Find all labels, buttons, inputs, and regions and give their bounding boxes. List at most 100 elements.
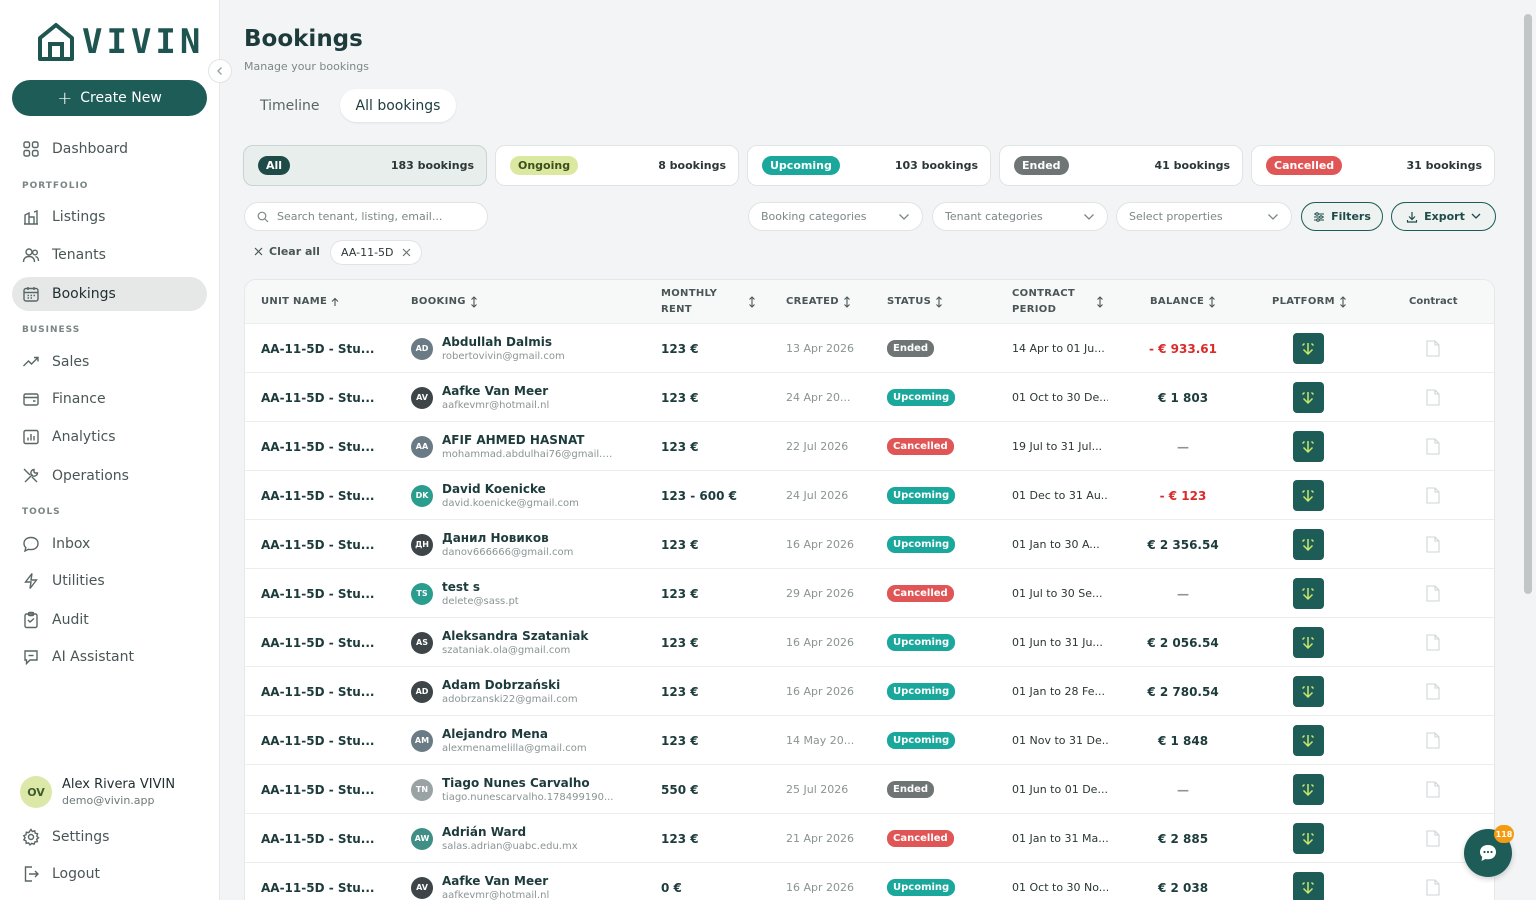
table-row[interactable]: AA-11-5D - Stu... TN Tiago Nunes Carvalh… bbox=[245, 765, 1494, 814]
search-input[interactable] bbox=[277, 210, 467, 223]
booking-cell[interactable]: AV Aafke Van Meer aafkevmr@hotmail.nl bbox=[411, 373, 626, 422]
table-row[interactable]: AA-11-5D - Stu... AM Alejandro Mena alex… bbox=[245, 716, 1494, 765]
status-card-cancelled[interactable]: Cancelled 31 bookings bbox=[1251, 145, 1495, 186]
sidebar-item-finance[interactable]: Finance bbox=[12, 382, 207, 416]
sidebar-item-analytics[interactable]: Analytics bbox=[12, 420, 207, 454]
unit-name[interactable]: AA-11-5D - Stu... bbox=[261, 667, 381, 716]
sidebar-item-listings[interactable]: Listings bbox=[12, 200, 207, 234]
filters-button[interactable]: Filters bbox=[1301, 202, 1383, 231]
table-row[interactable]: AA-11-5D - Stu... AV Aafke Van Meer aafk… bbox=[245, 373, 1494, 422]
booking-cell[interactable]: AA AFIF AHMED HASNAT mohammad.abdulhai76… bbox=[411, 422, 626, 471]
contract-cell[interactable] bbox=[1423, 814, 1443, 863]
contract-cell[interactable] bbox=[1423, 667, 1443, 716]
platform-download-button[interactable] bbox=[1292, 725, 1324, 756]
contract-cell[interactable] bbox=[1423, 569, 1443, 618]
table-row[interactable]: AA-11-5D - Stu... AV Aafke Van Meer aafk… bbox=[245, 863, 1494, 900]
sidebar-item-operations[interactable]: Operations bbox=[12, 459, 207, 493]
sidebar-item-utilities[interactable]: Utilities bbox=[12, 564, 207, 598]
unit-name[interactable]: AA-11-5D - Stu... bbox=[261, 716, 381, 765]
status-card-all[interactable]: All 183 bookings bbox=[243, 145, 487, 186]
table-row[interactable]: AA-11-5D - Stu... AA AFIF AHMED HASNAT m… bbox=[245, 422, 1494, 471]
tab-all-bookings[interactable]: All bookings bbox=[339, 89, 457, 122]
sidebar-item-audit[interactable]: Audit bbox=[12, 603, 207, 637]
unit-name[interactable]: AA-11-5D - Stu... bbox=[261, 373, 381, 422]
booking-cell[interactable]: AD Adam Dobrzański adobrzanski22@gmail.c… bbox=[411, 667, 626, 716]
sidebar-item-ai-assistant[interactable]: AI Assistant bbox=[12, 640, 207, 674]
sidebar-item-inbox[interactable]: Inbox bbox=[12, 527, 207, 561]
scrollbar[interactable] bbox=[1524, 14, 1532, 594]
close-icon[interactable] bbox=[402, 248, 411, 257]
contract-cell[interactable] bbox=[1423, 863, 1443, 900]
booking-cell[interactable]: AM Alejandro Mena alexmenamelilla@gmail.… bbox=[411, 716, 626, 765]
platform-download-button[interactable] bbox=[1292, 480, 1324, 511]
booking-cell[interactable]: AD Abdullah Dalmis robertovivin@gmail.co… bbox=[411, 324, 626, 373]
platform-download-button[interactable] bbox=[1292, 774, 1324, 805]
booking-cell[interactable]: DK David Koenicke david.koenicke@gmail.c… bbox=[411, 471, 626, 520]
create-new-button[interactable]: + Create New bbox=[12, 80, 207, 116]
booking-cell[interactable]: AW Adrián Ward salas.adrian@uabc.edu.mx bbox=[411, 814, 626, 863]
unit-name[interactable]: AA-11-5D - Stu... bbox=[261, 471, 381, 520]
user-profile[interactable]: OV Alex Rivera VIVIN demo@vivin.app bbox=[20, 776, 175, 808]
column-platform[interactable]: PLATFORM bbox=[1272, 294, 1347, 310]
export-button[interactable]: Export bbox=[1391, 202, 1496, 231]
booking-cell[interactable]: AV Aafke Van Meer aafkevmr@hotmail.nl bbox=[411, 863, 626, 900]
booking-cell[interactable]: TN Tiago Nunes Carvalho tiago.nunescarva… bbox=[411, 765, 626, 814]
clear-all-button[interactable]: Clear all bbox=[254, 245, 320, 258]
collapse-sidebar-button[interactable] bbox=[208, 59, 232, 83]
column-unit-name[interactable]: UNIT NAME bbox=[261, 294, 339, 310]
table-row[interactable]: AA-11-5D - Stu... DK David Koenicke davi… bbox=[245, 471, 1494, 520]
table-row[interactable]: AA-11-5D - Stu... TS test s delete@sass.… bbox=[245, 569, 1494, 618]
table-row[interactable]: AA-11-5D - Stu... AS Aleksandra Szatania… bbox=[245, 618, 1494, 667]
tenant-categories-select[interactable]: Tenant categories bbox=[932, 202, 1108, 231]
unit-name[interactable]: AA-11-5D - Stu... bbox=[261, 765, 381, 814]
unit-name[interactable]: AA-11-5D - Stu... bbox=[261, 422, 381, 471]
booking-categories-select[interactable]: Booking categories bbox=[748, 202, 923, 231]
contract-cell[interactable] bbox=[1423, 373, 1443, 422]
table-row[interactable]: AA-11-5D - Stu... AW Adrián Ward salas.a… bbox=[245, 814, 1494, 863]
unit-name[interactable]: AA-11-5D - Stu... bbox=[261, 569, 381, 618]
platform-download-button[interactable] bbox=[1292, 578, 1324, 609]
logo[interactable]: VIVIN bbox=[36, 22, 204, 62]
contract-cell[interactable] bbox=[1423, 471, 1443, 520]
platform-download-button[interactable] bbox=[1292, 333, 1324, 364]
contract-cell[interactable] bbox=[1423, 520, 1443, 569]
column-status[interactable]: STATUS bbox=[887, 294, 943, 310]
sidebar-item-tenants[interactable]: Tenants bbox=[12, 238, 207, 272]
platform-download-button[interactable] bbox=[1292, 382, 1324, 413]
tab-timeline[interactable]: Timeline bbox=[244, 89, 336, 122]
column-monthly-rent[interactable]: MONTHLY RENT bbox=[661, 286, 756, 318]
status-card-ended[interactable]: Ended 41 bookings bbox=[999, 145, 1243, 186]
platform-download-button[interactable] bbox=[1292, 529, 1324, 560]
unit-name[interactable]: AA-11-5D - Stu... bbox=[261, 618, 381, 667]
table-row[interactable]: AA-11-5D - Stu... AD Abdullah Dalmis rob… bbox=[245, 324, 1494, 373]
contract-cell[interactable] bbox=[1423, 765, 1443, 814]
contract-cell[interactable] bbox=[1423, 324, 1443, 373]
properties-select[interactable]: Select properties bbox=[1116, 202, 1292, 231]
sidebar-item-sales[interactable]: Sales bbox=[12, 345, 207, 379]
platform-download-button[interactable] bbox=[1292, 627, 1324, 658]
booking-cell[interactable]: AS Aleksandra Szataniak szataniak.ola@gm… bbox=[411, 618, 626, 667]
sidebar-item-settings[interactable]: Settings bbox=[12, 820, 207, 854]
unit-name[interactable]: AA-11-5D - Stu... bbox=[261, 324, 381, 373]
filter-chip[interactable]: AA-11-5D bbox=[330, 240, 422, 265]
unit-name[interactable]: AA-11-5D - Stu... bbox=[261, 520, 381, 569]
contract-cell[interactable] bbox=[1423, 618, 1443, 667]
platform-download-button[interactable] bbox=[1292, 431, 1324, 462]
column-balance[interactable]: BALANCE bbox=[1150, 294, 1216, 310]
sidebar-item-bookings[interactable]: Bookings bbox=[12, 277, 207, 311]
booking-cell[interactable]: ДН Данил Новиков danov666666@gmail.com bbox=[411, 520, 626, 569]
column-booking[interactable]: BOOKING bbox=[411, 294, 478, 310]
status-card-ongoing[interactable]: Ongoing 8 bookings bbox=[495, 145, 739, 186]
platform-download-button[interactable] bbox=[1292, 676, 1324, 707]
column-created[interactable]: CREATED bbox=[786, 294, 851, 310]
column-contract-period[interactable]: CONTRACT PERIOD bbox=[1012, 286, 1104, 318]
platform-download-button[interactable] bbox=[1292, 872, 1324, 900]
sidebar-item-dashboard[interactable]: Dashboard bbox=[12, 132, 207, 166]
booking-cell[interactable]: TS test s delete@sass.pt bbox=[411, 569, 626, 618]
contract-cell[interactable] bbox=[1423, 716, 1443, 765]
table-row[interactable]: AA-11-5D - Stu... AD Adam Dobrzański ado… bbox=[245, 667, 1494, 716]
unit-name[interactable]: AA-11-5D - Stu... bbox=[261, 863, 381, 900]
unit-name[interactable]: AA-11-5D - Stu... bbox=[261, 814, 381, 863]
status-card-upcoming[interactable]: Upcoming 103 bookings bbox=[747, 145, 991, 186]
search-box[interactable] bbox=[244, 202, 488, 231]
